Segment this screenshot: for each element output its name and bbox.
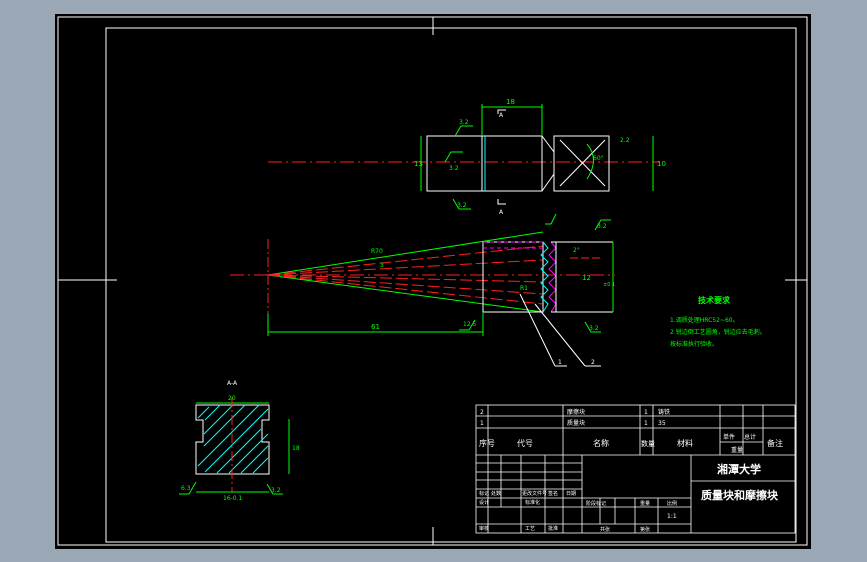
ray-5 [267, 274, 544, 305]
lbl-sheet-no: 第张 [640, 526, 650, 533]
height-tol-text: ±0.1 [603, 282, 615, 288]
drawing-sheet: 60° 18 13 10 2.2 3.2 3.2 3.2 A A R70 3 2… [55, 14, 811, 549]
drawing-title: 质量块和摩擦块 [701, 488, 779, 502]
section-view: A-A 20 18 16-0.1 6.3 3.2 [179, 380, 300, 502]
hdr-qty: 数量 [641, 439, 655, 448]
row2-no: 2 [480, 409, 484, 416]
section-mark-bottom: A [499, 209, 504, 216]
mid-teeth-right [548, 241, 557, 313]
hdr-single: 单件 [723, 433, 735, 441]
section-mark-top: A [499, 112, 504, 119]
lbl-review: 审核 [479, 525, 489, 532]
school-name: 湘潭大学 [717, 462, 761, 476]
sec-rough-bottom-text: 3.2 [271, 487, 281, 494]
row1-name: 质量块 [567, 419, 585, 427]
leader-line-2 [534, 303, 586, 367]
sec-rough-left-text: 6.3 [181, 485, 191, 492]
top-left-block [426, 135, 483, 192]
top-width-text: 18 [506, 98, 515, 106]
lbl-date: 日期 [566, 491, 576, 497]
sec-hatch [197, 404, 269, 474]
lbl-doc: 更改文件号 [522, 490, 547, 497]
top-view: 60° 18 13 10 2.2 3.2 3.2 3.2 A A [268, 98, 666, 216]
ray-4 [267, 274, 544, 295]
angle-value-text: 3 [380, 262, 384, 269]
half-angle-text: 2° [573, 247, 580, 254]
hdr-name: 名称 [593, 438, 609, 448]
outer-frame [57, 16, 808, 546]
tech-notes-heading: 技术要求 [698, 295, 731, 305]
length-text: 61 [371, 323, 380, 331]
mid-teeth-left [540, 241, 549, 313]
lbl-process: 工艺 [525, 526, 535, 532]
lbl-std: 标准化 [525, 499, 540, 506]
rough-b-text: 3.2 [449, 165, 459, 172]
hdr-no: 序号 [479, 438, 495, 448]
rough-c-text: 3.2 [457, 202, 467, 209]
rough-sym-b [444, 151, 463, 163]
lbl-mark: 标记 [479, 490, 489, 497]
height-text: 12 [582, 274, 591, 282]
tech-note-3: 按标准执行验收。 [670, 340, 718, 348]
row1-no: 1 [480, 420, 484, 427]
hdr-remark: 备注 [767, 438, 783, 448]
rough-sym-a [454, 125, 473, 137]
top-right-small-text: 2.2 [620, 137, 630, 144]
top-taper [541, 135, 555, 192]
row2-material: 铸铁 [658, 408, 670, 416]
inner-frame [105, 27, 797, 543]
rough-mid-bottom-text: 3.2 [589, 325, 599, 332]
title-block-text: 2 摩擦块 1 铸铁 1 质量块 1 35 序号 代号 名称 数量 材料 单件 … [479, 408, 783, 533]
section-arrow-bottom [497, 199, 506, 205]
row2-name: 摩擦块 [567, 408, 585, 416]
sec-bottom-text: 16-0.1 [223, 495, 243, 502]
top-left-h-text: 13 [414, 160, 423, 168]
row2-qty: 1 [644, 409, 648, 416]
lbl-approve: 批准 [548, 525, 558, 532]
rough-mid-left-text: 12.5 [463, 321, 477, 328]
row1-material: 35 [658, 420, 666, 427]
cad-drawing: 60° 18 13 10 2.2 3.2 3.2 3.2 A A R70 3 2… [57, 16, 808, 546]
hdr-code: 代号 [517, 438, 533, 448]
hdr-weight: 重量 [731, 446, 743, 454]
rough-a-text: 3.2 [459, 119, 469, 126]
lbl-count: 处数 [491, 490, 501, 497]
leader-2-text: 2 [591, 359, 595, 366]
sec-height-text: 18 [292, 445, 300, 452]
r1-text: R1 [520, 285, 528, 292]
cone-upper [267, 231, 544, 276]
radius-text: R70 [371, 248, 383, 255]
lbl-ratio: 比例 [667, 500, 677, 507]
hdr-total: 总计 [744, 433, 756, 441]
row1-qty: 1 [644, 420, 648, 427]
ray-1 [267, 245, 544, 276]
middle-view: R70 3 2° 61 12 ±0.1 3.2 3.2 12.5 3.2 R1 … [230, 213, 615, 367]
lbl-total-sheets: 共张 [600, 526, 610, 533]
lbl-design: 设计 [479, 499, 489, 506]
lbl-weight: 重量 [640, 500, 650, 507]
lbl-stage: 阶段标记 [586, 500, 606, 507]
tech-notes: 技术要求 1.调质处理HRC52~60。 2.锐边倒工艺圆角，锐边应去毛刺。 按… [670, 295, 766, 348]
top-angle-text: 60° [593, 155, 604, 162]
leader-1-text: 1 [558, 359, 562, 366]
mid-body [482, 241, 544, 313]
lbl-sign: 签名 [548, 490, 558, 497]
ray-2 [267, 259, 544, 276]
scale-value: 1:1 [667, 513, 677, 520]
tech-note-2: 2.锐边倒工艺圆角，锐边应去毛刺。 [670, 328, 766, 336]
top-right-h-text: 10 [657, 160, 666, 168]
leader-line-1 [519, 293, 556, 367]
section-title: A-A [227, 380, 238, 387]
rough-mid-right-text: 3.2 [597, 223, 607, 230]
hdr-material: 材料 [677, 438, 693, 448]
tech-note-1: 1.调质处理HRC52~60。 [670, 316, 739, 324]
rough-mid-top [545, 213, 557, 225]
top-body [481, 135, 543, 192]
